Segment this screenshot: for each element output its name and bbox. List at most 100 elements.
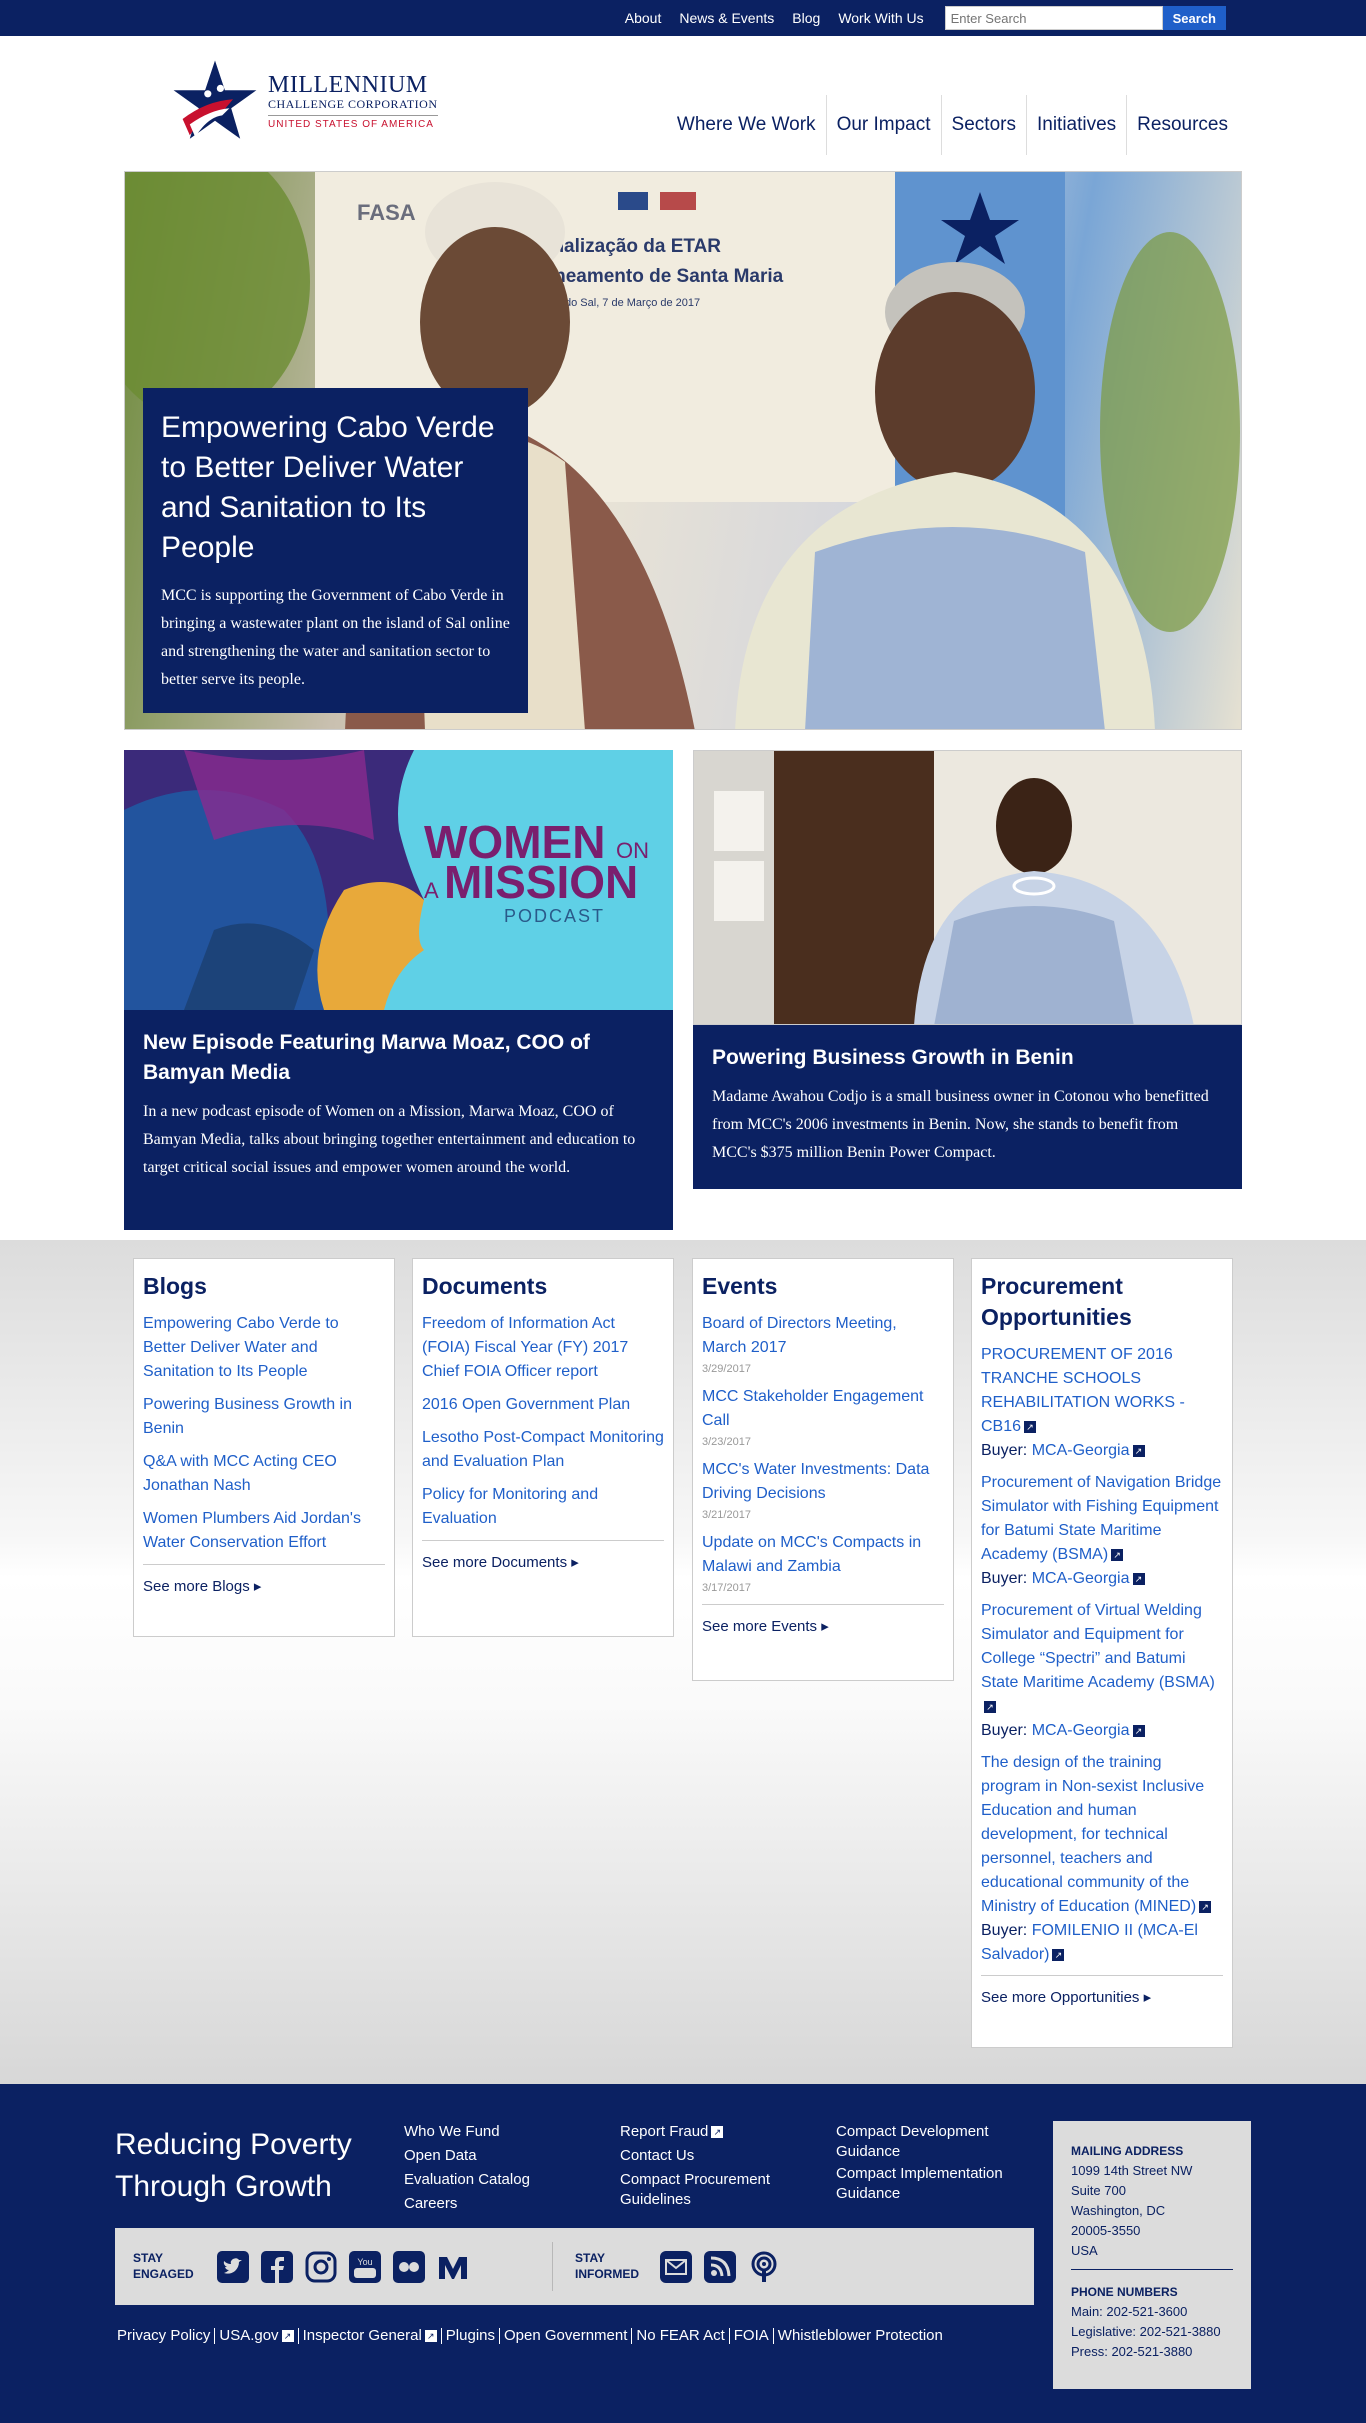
address-line: USA xyxy=(1071,2243,1098,2258)
footer-link-contact-us[interactable]: Contact Us xyxy=(620,2146,694,2166)
document-link-2[interactable]: 2016 Open Government Plan xyxy=(422,1393,664,1417)
feature-benin-caption: Powering Business Growth in Benin Madame… xyxy=(693,1025,1242,1189)
usa-gov-link[interactable]: USA.gov ↗ xyxy=(215,2328,299,2344)
podcast-icon[interactable] xyxy=(748,2251,780,2283)
nav-where-we-work[interactable]: Where We Work xyxy=(667,95,827,155)
whistleblower-protection-link[interactable]: Whistleblower Protection xyxy=(774,2328,947,2344)
blog-link-3[interactable]: Q&A with MCC Acting CEO Jonathan Nash xyxy=(143,1450,385,1498)
open-government-link[interactable]: Open Government xyxy=(500,2328,633,2344)
buyer-label: Buyer: xyxy=(981,1570,1028,1587)
instagram-icon[interactable] xyxy=(305,2251,337,2283)
banner-line-3: do Sal, 7 de Março de 2017 xyxy=(565,297,700,309)
blogs-title: Blogs xyxy=(143,1273,207,1299)
blog-link-1[interactable]: Empowering Cabo Verde to Better Deliver … xyxy=(143,1312,385,1384)
banner-fasa: FASA xyxy=(357,200,416,225)
event-link-1[interactable]: Board of Directors Meeting, March 2017 xyxy=(702,1312,944,1360)
footer-link-procurement-guidelines[interactable]: Compact Procurement Guidelines xyxy=(620,2170,800,2210)
search-input[interactable] xyxy=(944,6,1163,30)
event-date-3: 3/21/2017 xyxy=(702,1509,751,1521)
footer-link-who-we-fund[interactable]: Who We Fund xyxy=(404,2122,500,2142)
blog-link[interactable]: Blog xyxy=(792,10,820,26)
footer-link-evaluation-catalog[interactable]: Evaluation Catalog xyxy=(404,2170,530,2190)
footer-link-open-data[interactable]: Open Data xyxy=(404,2146,477,2166)
footer-link-compact-development[interactable]: Compact Development Guidance xyxy=(836,2122,1026,2162)
buyer-label: Buyer: xyxy=(981,1922,1028,1939)
hero-slide[interactable]: FASA cionalização da ETAR e Saneamento d… xyxy=(124,171,1242,730)
inspector-general-link[interactable]: Inspector General ↗ xyxy=(299,2328,442,2344)
feature-benin-title[interactable]: Powering Business Growth in Benin xyxy=(712,1043,1223,1073)
contact-box: MAILING ADDRESS 1099 14th Street NW Suit… xyxy=(1053,2121,1251,2389)
event-link-4[interactable]: Update on MCC's Compacts in Malawi and Z… xyxy=(702,1531,944,1579)
procurement-link-3[interactable]: Procurement of Virtual Welding Simulator… xyxy=(981,1602,1215,1715)
stay-informed-label: STAY INFORMED xyxy=(575,2251,639,2281)
nav-sectors[interactable]: Sectors xyxy=(942,95,1027,155)
nav-resources[interactable]: Resources xyxy=(1127,95,1238,155)
foia-link[interactable]: FOIA xyxy=(730,2328,774,2344)
procurement-item: Procurement of Navigation Bridge Simulat… xyxy=(981,1471,1223,1591)
rss-icon[interactable] xyxy=(704,2251,736,2283)
site-header: MILLENNIUM CHALLENGE CORPORATION UNITED … xyxy=(0,36,1366,171)
buyer-link-3[interactable]: MCA-Georgia ↗ xyxy=(1032,1722,1145,1739)
about-link[interactable]: About xyxy=(625,10,662,26)
see-more-blogs-link[interactable]: See more Blogs xyxy=(143,1564,385,1595)
site-footer: Reducing Poverty Through Growth Who We F… xyxy=(0,2084,1366,2423)
external-link-icon: ↗ xyxy=(424,2330,437,2343)
event-link-2[interactable]: MCC Stakeholder Engagement Call xyxy=(702,1385,944,1433)
feature-card-benin[interactable]: Powering Business Growth in Benin Madame… xyxy=(693,750,1242,1189)
address-line: 1099 14th Street NW xyxy=(1071,2163,1193,2178)
procurement-link-4[interactable]: The design of the training program in No… xyxy=(981,1754,1212,1915)
privacy-policy-link[interactable]: Privacy Policy xyxy=(117,2328,216,2344)
see-more-documents-link[interactable]: See more Documents xyxy=(422,1540,664,1571)
see-more-opportunities-link[interactable]: See more Opportunities xyxy=(981,1975,1223,2006)
work-with-us-link[interactable]: Work With Us xyxy=(838,10,923,26)
footer-link-compact-implementation[interactable]: Compact Implementation Guidance xyxy=(836,2164,1026,2204)
nav-our-impact[interactable]: Our Impact xyxy=(827,95,942,155)
divider xyxy=(1071,2269,1233,2270)
mcc-logo[interactable]: MILLENNIUM CHALLENGE CORPORATION UNITED … xyxy=(170,56,438,146)
nav-initiatives[interactable]: Initiatives xyxy=(1027,95,1128,155)
address-line: 20005-3550 xyxy=(1071,2223,1141,2238)
twitter-icon[interactable] xyxy=(217,2251,249,2283)
external-link-icon: ↗ xyxy=(1024,1420,1037,1433)
podcast-word-podcast: PODCAST xyxy=(504,906,605,926)
procurement-link-2[interactable]: Procurement of Navigation Bridge Simulat… xyxy=(981,1474,1221,1563)
flickr-icon[interactable] xyxy=(393,2251,425,2283)
event-link-3[interactable]: MCC's Water Investments: Data Driving De… xyxy=(702,1458,944,1506)
footer-link-report-fraud[interactable]: Report Fraud ↗ xyxy=(620,2122,724,2142)
news-events-link[interactable]: News & Events xyxy=(679,10,774,26)
no-fear-act-link[interactable]: No FEAR Act xyxy=(632,2328,730,2344)
event-date-1: 3/29/2017 xyxy=(702,1363,751,1375)
buyer-link-1[interactable]: MCA-Georgia ↗ xyxy=(1032,1442,1145,1459)
plugins-link[interactable]: Plugins xyxy=(442,2328,500,2344)
buyer-link-2[interactable]: MCA-Georgia ↗ xyxy=(1032,1570,1145,1587)
feature-card-podcast[interactable]: WOMEN ON A MISSION PODCAST New Episode F… xyxy=(124,750,673,1230)
buyer-label: Buyer: xyxy=(981,1442,1028,1459)
hero-title[interactable]: Empowering Cabo Verde to Better Deliver … xyxy=(161,408,510,568)
document-link-3[interactable]: Lesotho Post-Compact Monitoring and Eval… xyxy=(422,1426,664,1474)
phone-numbers-label: PHONE NUMBERS xyxy=(1071,2285,1178,2299)
feature-benin-body: Madame Awahou Codjo is a small business … xyxy=(712,1088,1209,1161)
medium-icon[interactable] xyxy=(437,2251,469,2283)
feature-podcast-body: In a new podcast episode of Women on a M… xyxy=(143,1103,636,1176)
documents-title: Documents xyxy=(422,1273,548,1299)
footer-link-careers[interactable]: Careers xyxy=(404,2194,457,2214)
address-line: Suite 700 xyxy=(1071,2183,1126,2198)
youtube-icon[interactable]: You xyxy=(349,2251,381,2283)
svg-text:You: You xyxy=(357,2257,372,2267)
procurement-link-1[interactable]: PROCUREMENT OF 2016 TRANCHE SCHOOLS REHA… xyxy=(981,1346,1185,1435)
feature-podcast-title[interactable]: New Episode Featuring Marwa Moaz, COO of… xyxy=(143,1028,654,1088)
utility-bar: About News & Events Blog Work With Us Se… xyxy=(0,0,1366,36)
see-more-events-link[interactable]: See more Events xyxy=(702,1604,944,1635)
email-icon[interactable] xyxy=(660,2251,692,2283)
benin-photo xyxy=(693,750,1242,1025)
document-link-4[interactable]: Policy for Monitoring and Evaluation xyxy=(422,1483,664,1531)
procurement-panel: Procurement Opportunities PROCUREMENT OF… xyxy=(971,1258,1233,2048)
hero-body: MCC is supporting the Government of Cabo… xyxy=(161,587,510,688)
document-link-1[interactable]: Freedom of Information Act (FOIA) Fiscal… xyxy=(422,1312,664,1384)
facebook-icon[interactable] xyxy=(261,2251,293,2283)
divider xyxy=(552,2242,553,2291)
search-button[interactable]: Search xyxy=(1162,6,1226,30)
blog-link-4[interactable]: Women Plumbers Aid Jordan's Water Conser… xyxy=(143,1507,385,1555)
blog-link-2[interactable]: Powering Business Growth in Benin xyxy=(143,1393,385,1441)
documents-panel: Documents Freedom of Information Act (FO… xyxy=(412,1258,674,1637)
